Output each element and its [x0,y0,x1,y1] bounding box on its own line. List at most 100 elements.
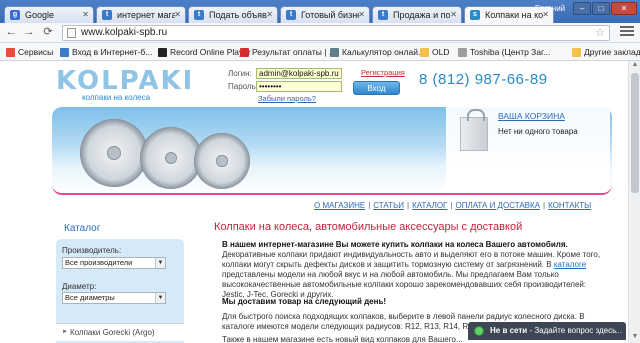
cart-link[interactable]: ВАША КОРЗИНА [498,111,565,121]
description-paragraph: Декоративные колпаки придают индивидуаль… [222,250,601,299]
address-bar[interactable]: www.kolpaki-spb.ru ☆ [62,25,610,41]
tab-close-icon[interactable]: ✕ [450,7,457,23]
bookmark-item[interactable]: Toshiba (Центр Заг... [458,46,550,58]
bookmark-item[interactable]: Сервисы [6,46,53,58]
filter-panel: Производитель: Все производители ▼ Диамет… [56,239,184,343]
window-controls: – □ ✕ [573,2,637,15]
browser-menu-icon[interactable] [620,26,634,39]
url-text: www.kolpaki-spb.ru [81,27,168,38]
logo-tagline: колпаки на колеса [82,93,151,102]
browser-tab[interactable]: t интернет магазин✕ [96,6,186,23]
browser-user-label[interactable]: Евгений [535,4,565,13]
bookmark-icon [572,48,581,57]
bookmark-item[interactable]: Результат оплаты | ... [240,46,336,58]
nav-link[interactable]: КАТАЛОГ [412,201,447,210]
intro-text: В нашем интернет-магазине Вы можете купи… [222,240,568,249]
browser-tab-strip: gGoogle✕tинтернет магазин✕tПодать объявл… [0,0,640,24]
browser-tab[interactable]: t Продажа и покуп✕ [372,6,462,23]
bookmark-item[interactable]: OLD [420,46,449,58]
bookmark-icon [458,48,467,57]
login-input[interactable] [256,68,342,79]
bookmark-icon [60,48,69,57]
forward-arrow-icon[interactable]: → [22,25,36,39]
password-input[interactable] [256,81,342,92]
minimize-button[interactable]: – [573,2,591,15]
tab-favicon-icon: g [10,10,20,20]
manufacturer-label: Производитель: [62,246,122,255]
tab-close-icon[interactable]: ✕ [266,7,273,23]
tab-favicon-icon: t [378,10,388,20]
bookmark-icon [330,48,339,57]
nav-link[interactable]: ОПЛАТА И ДОСТАВКА [455,201,540,210]
nav-link[interactable]: О МАГАЗИНЕ [314,201,365,210]
browser-toolbar: ← → ⟳ www.kolpaki-spb.ru ☆ [0,23,640,43]
cart-widget: ВАША КОРЗИНА Нет ни одного товара [446,107,610,193]
tab-favicon-icon: t [102,10,112,20]
bookmark-item[interactable]: Калькулятор онлай... [330,46,425,58]
chat-status-icon [474,326,484,336]
tab-close-icon[interactable]: ✕ [358,7,365,23]
password-label: Пароль: [228,82,258,91]
header-banner: ВАША КОРЗИНА Нет ни одного товара [52,107,612,195]
login-label: Логин: [228,69,252,78]
tab-label: Google [25,10,55,20]
nav-separator: | [407,201,410,210]
delivery-subheading: Мы доставим товар на следующий день! [222,297,387,306]
maximize-button[interactable]: □ [592,2,610,15]
online-chat-widget[interactable]: Не в сети - Задайте вопрос здесь ... [468,322,626,340]
browser-tab[interactable]: g Google ✕ [4,6,94,23]
nav-link[interactable]: КОНТАКТЫ [548,201,591,210]
chevron-down-icon: ▼ [155,293,165,303]
main-navigation: О МАГАЗИНЕ | СТАТЬИ | КАТАЛОГ | ОПЛАТА И ДОСТА… [314,201,591,210]
login-form: Логин: Пароль: Регистрация Вход Забыли п… [228,68,448,108]
hubcap-image [80,119,148,187]
nav-separator: | [368,201,371,210]
reload-icon[interactable]: ⟳ [41,25,55,39]
site-logo[interactable]: KOLPAKI колпаки на колеса [56,66,192,102]
bookmark-star-icon[interactable]: ☆ [595,26,605,40]
scroll-down-icon[interactable]: ▼ [629,333,640,343]
scroll-thumb[interactable] [631,73,639,193]
tab-close-icon[interactable]: ✕ [174,7,181,23]
chevron-down-icon: ▼ [155,258,165,268]
bookmark-item[interactable]: Другие закладки [572,46,640,58]
bookmark-item[interactable]: Вход в Интернет-б... [60,46,152,58]
category-item[interactable]: ► Колпаки Gorecki (Argo) [56,323,184,341]
browser-tab[interactable]: t Подать объявлен✕ [188,6,278,23]
tab-label: интернет магазин [117,10,175,20]
bookmarks-bar: Сервисы Вход в Интернет-б... Record Online… [0,43,640,61]
bullet-arrow-icon: ► [62,329,68,335]
browser-tab[interactable]: t Готовый бизнес✕ [280,6,370,23]
tab-favicon-icon: t [286,10,296,20]
cart-status: Нет ни одного товара [498,127,578,136]
catalog-link[interactable]: каталоге [554,260,586,269]
bookmark-icon [240,48,249,57]
tab-close-icon[interactable]: ✕ [82,7,89,23]
login-button[interactable]: Вход [353,81,400,95]
scroll-up-icon[interactable]: ▲ [629,61,640,71]
tab-favicon-icon: s [470,10,480,20]
forgot-password-link[interactable]: Забыли пароль? [258,94,316,103]
page-heading: Колпаки на колеса, автомобильные аксессу… [214,221,523,233]
register-link[interactable]: Регистрация [361,68,405,77]
bookmark-item[interactable]: Record Online Player [158,46,251,58]
diameter-select[interactable]: Все диаметры ▼ [62,292,166,304]
page-icon [67,28,76,38]
close-window-button[interactable]: ✕ [611,2,637,15]
logo-word: KOLPAKI [56,66,195,96]
tab-favicon-icon: t [194,10,204,20]
diameter-label: Диаметр: [62,282,97,291]
page-scrollbar[interactable]: ▲ ▼ [628,61,640,343]
manufacturer-select[interactable]: Все производители ▼ [62,257,166,269]
chat-status: Не в сети [490,326,528,335]
tab-label: Готовый бизнес [301,10,359,20]
hubcap-image [140,127,202,189]
chat-prompt: - Задайте вопрос здесь [529,326,617,335]
bookmark-icon [158,48,167,57]
back-arrow-icon[interactable]: ← [4,25,18,39]
nav-link[interactable]: СТАТЬИ [373,201,404,210]
bookmark-icon [6,48,15,57]
shopping-bag-icon [460,109,488,151]
chat-more-icon[interactable]: ... [615,322,622,340]
nav-separator: | [543,201,546,210]
